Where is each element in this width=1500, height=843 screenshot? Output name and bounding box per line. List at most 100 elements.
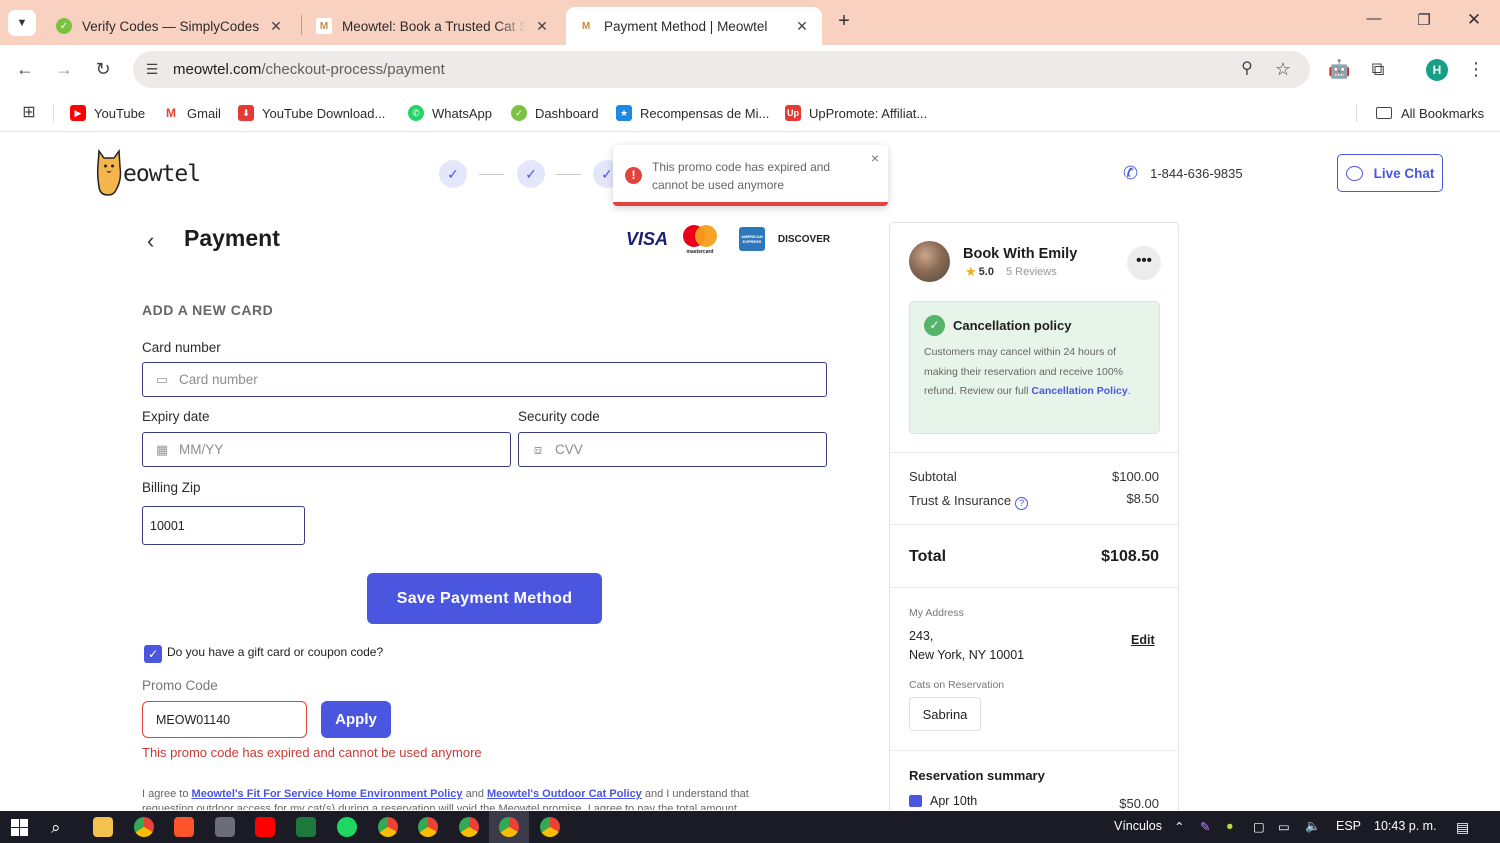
spotify-icon[interactable] [337,817,357,837]
excel-icon[interactable] [296,817,316,837]
booking-summary-panel: Book With Emily ★ 5.0 5 Reviews ••• ✓ Ca… [889,222,1179,810]
live-chat-button[interactable]: Live Chat [1337,154,1443,192]
add-card-heading: ADD A NEW CARD [142,302,274,318]
restore-button[interactable]: ❐ [1414,11,1434,29]
cats-label: Cats on Reservation [909,679,1005,691]
meet-icon[interactable]: ▢ [1253,819,1265,834]
page-content: eowtel ✓ ✓ ✓ ! This promo code has expir… [0,133,1500,810]
minimize-button[interactable]: — [1364,10,1384,27]
address-bar[interactable]: ☰ meowtel.com/checkout-process/payment ⚲… [133,51,1310,88]
meowtel-logo-text[interactable]: eowtel [123,161,201,187]
new-tab-button[interactable]: + [834,10,854,33]
bookmark-recompensas[interactable]: ★ Recompensas de Mi... [616,103,769,123]
reload-icon[interactable]: ↻ [93,59,113,79]
bookmark-label: YouTube [94,105,146,121]
bookmark-uppromote[interactable]: Up UpPromote: Affiliat... [785,103,927,123]
site-info-icon[interactable]: ☰ [142,59,162,79]
step-1-complete: ✓ [439,160,467,188]
toast-message: This promo code has expired and cannot b… [652,160,831,192]
bookmark-whatsapp[interactable]: ✆ WhatsApp [408,103,492,123]
tab-simplycodes[interactable]: ✓ Verify Codes — SimplyCodes ✕ [44,7,296,45]
clock[interactable]: 10:43 p. m. [1374,819,1437,833]
tab-title: Meowtel: Book a Trusted Cat Sit [342,18,526,34]
trust-insurance-value: $8.50 [1126,491,1159,506]
billing-zip-label: Billing Zip [142,480,201,495]
expiry-field[interactable]: ▦ MM/YY [142,432,511,467]
bookmark-youtube[interactable]: ▶ YouTube [70,103,145,123]
security-code-label: Security code [518,409,600,424]
tab-search-button[interactable]: ▼ [8,10,36,36]
cancellation-policy-link[interactable]: Cancellation Policy [1031,385,1127,397]
outdoor-cat-policy-link[interactable]: Meowtel's Outdoor Cat Policy [487,788,642,800]
divider [890,587,1178,588]
apply-button[interactable]: Apply [321,701,391,738]
tab-payment-method[interactable]: M Payment Method | Meowtel ✕ [566,7,822,45]
menu-kebab-icon[interactable]: ⋮ [1466,59,1486,79]
apps-grid-icon[interactable]: ⊞ [19,103,39,123]
close-icon[interactable]: ✕ [534,18,550,35]
cancellation-policy-text: Customers may cancel within 24 hours of … [924,343,1149,402]
chrome-icon[interactable] [418,817,438,837]
close-icon[interactable]: × [871,150,879,166]
card-number-placeholder: Card number [179,372,258,387]
close-icon[interactable]: ✕ [268,18,284,35]
close-icon[interactable]: ✕ [794,18,810,35]
address-label: My Address [909,607,964,619]
rewards-icon: ★ [616,105,632,121]
all-bookmarks[interactable]: All Bookmarks [1376,103,1484,123]
star-icon[interactable]: ☆ [1273,59,1293,79]
search-icon[interactable]: ⌕ [51,818,61,838]
credit-card-icon: ▭ [155,371,169,387]
brave-icon[interactable] [174,817,194,837]
meowtel-logo-cat-icon[interactable] [96,145,122,198]
file-explorer-icon[interactable] [93,817,113,837]
close-window-button[interactable]: ✕ [1464,10,1484,30]
save-payment-method-button[interactable]: Save Payment Method [367,573,602,624]
phone-contact[interactable]: ✆ 1-844-636-9835 [1123,163,1243,184]
tab-meowtel-book[interactable]: M Meowtel: Book a Trusted Cat Sit ✕ [304,7,562,45]
billing-zip-field[interactable]: 10001 [142,506,305,545]
back-chevron-icon[interactable]: ‹ [147,228,154,254]
bookmark-label: UpPromote: Affiliat... [809,105,928,121]
volume-icon[interactable]: 🔈 [1305,819,1321,834]
chrome-icon[interactable] [499,817,519,837]
reservation-price: $50.00 [1119,796,1159,810]
bookmark-youtube-download[interactable]: ⬇ YouTube Download... [238,103,385,123]
extensions-puzzle-icon[interactable]: ⧉ [1368,59,1388,79]
error-toast: ! This promo code has expired and cannot… [613,145,888,206]
forward-arrow-icon[interactable]: → [54,59,74,79]
chrome-icon[interactable] [134,817,154,837]
chrome-icon[interactable] [459,817,479,837]
profile-avatar[interactable]: H [1426,59,1448,81]
edit-address-link[interactable]: Edit [1131,633,1155,647]
youtube-app-icon[interactable] [255,817,275,837]
language-indicator[interactable]: ESP [1336,819,1361,833]
card-number-field[interactable]: ▭ Card number [142,362,827,397]
security-code-field[interactable]: ⧈ CVV [518,432,827,467]
vinculos-toolbar[interactable]: Vínculos [1114,819,1162,833]
total-label: Total [909,548,947,565]
extension-robot-icon[interactable]: 🤖 [1328,59,1350,79]
calculator-icon[interactable] [215,817,235,837]
promo-code-input[interactable]: MEOW01140 [142,701,307,738]
zoom-icon[interactable]: ⚲ [1237,59,1257,79]
notifications-icon[interactable]: ▤ [1456,819,1469,836]
back-arrow-icon[interactable]: ← [15,59,35,79]
bookmark-gmail[interactable]: M Gmail [163,103,221,123]
network-icon[interactable]: ▭ [1278,819,1290,834]
windows-start-icon[interactable] [11,819,28,836]
chevron-up-icon[interactable]: ⌃ [1174,819,1184,834]
info-icon[interactable]: ? [1015,497,1029,510]
more-options-button[interactable]: ••• [1127,246,1161,280]
url-text: meowtel.com/checkout-process/payment [173,61,445,78]
phone-icon: ✆ [1123,163,1139,183]
gift-card-checkbox[interactable]: ✓ [144,645,162,663]
tray-app-icon[interactable]: ● [1226,819,1234,833]
pen-icon[interactable]: ✎ [1200,819,1210,834]
home-environment-policy-link[interactable]: Meowtel's Fit For Service Home Environme… [192,788,463,800]
divider [890,524,1178,525]
chrome-icon[interactable] [540,817,560,837]
bookmark-dashboard[interactable]: ✓ Dashboard [511,103,599,123]
chrome-icon[interactable] [378,817,398,837]
page-title: Payment [184,225,280,251]
